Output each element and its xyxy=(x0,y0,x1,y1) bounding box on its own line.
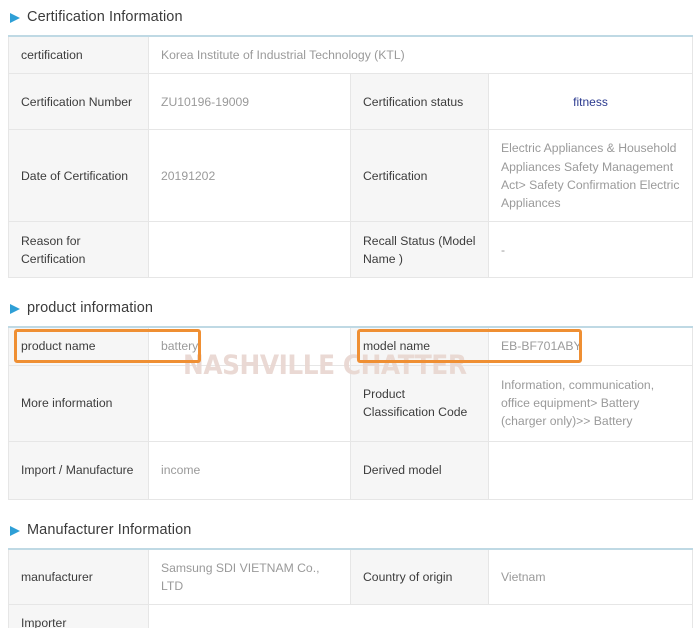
cell-value-certification-act: Electric Appliances & Household Applianc… xyxy=(489,130,693,222)
cell-value-certification-number: ZU10196-19009 xyxy=(149,74,351,130)
table-row: Importer xyxy=(9,605,693,628)
cell-value-certification-body: Korea Institute of Industrial Technology… xyxy=(149,36,693,74)
cell-value-country-of-origin: Vietnam xyxy=(489,549,693,605)
cell-label-derived-model: Derived model xyxy=(351,441,489,499)
cell-label-date-of-certification: Date of Certification xyxy=(9,130,149,222)
table-row: Date of Certification 20191202 Certifica… xyxy=(9,130,693,222)
cell-label-certification-status: Certification status xyxy=(351,74,489,130)
watermark-text: NASHVILLE CHATTER xyxy=(183,350,450,381)
spacer-before-product-section xyxy=(0,278,700,300)
cell-label-recall-status: Recall Status (Model Name ) xyxy=(351,222,489,278)
spacer-after-manufacturer-title xyxy=(0,538,700,548)
manufacturer-table-wrap: manufacturer Samsung SDI VIETNAM Co., LT… xyxy=(0,548,700,628)
table-row: certification Korea Institute of Industr… xyxy=(9,36,693,74)
cell-value-importer xyxy=(149,605,693,628)
table-row: Reason for Certification Recall Status (… xyxy=(9,222,693,278)
cell-label-reason-for-certification: Reason for Certification xyxy=(9,222,149,278)
cell-label-product-name: product name xyxy=(9,327,149,365)
certification-table-wrap: certification Korea Institute of Industr… xyxy=(0,35,700,278)
flag-icon xyxy=(10,304,20,314)
section-title-certification: Certification Information xyxy=(27,9,183,25)
cell-label-certification-number: Certification Number xyxy=(9,74,149,130)
certification-table: certification Korea Institute of Industr… xyxy=(8,35,693,278)
manufacturer-table: manufacturer Samsung SDI VIETNAM Co., LT… xyxy=(8,548,693,628)
section-header-product: product information xyxy=(0,300,700,316)
cell-label-more-information: More information xyxy=(9,365,149,441)
cell-value-product-classification-code: Information, communication, office equip… xyxy=(489,365,693,441)
cell-value-reason-for-certification xyxy=(149,222,351,278)
flag-icon xyxy=(10,526,20,536)
cell-value-model-name: EB-BF701ABY xyxy=(489,327,693,365)
section-title-manufacturer: Manufacturer Information xyxy=(27,522,191,538)
spacer-after-certification-title xyxy=(0,25,700,35)
cell-label-certification: certification xyxy=(9,36,149,74)
certification-detail-page: Certification Information certification … xyxy=(0,0,700,628)
table-row: Certification Number ZU10196-19009 Certi… xyxy=(9,74,693,130)
section-header-manufacturer: Manufacturer Information xyxy=(0,522,700,538)
top-spacer xyxy=(0,0,700,9)
flag-icon xyxy=(10,13,20,23)
cell-label-certification-act: Certification xyxy=(351,130,489,222)
section-title-product: product information xyxy=(27,300,153,316)
cell-label-import-manufacture: Import / Manufacture xyxy=(9,441,149,499)
cell-value-manufacturer: Samsung SDI VIETNAM Co., LTD xyxy=(149,549,351,605)
spacer-before-manufacturer-section xyxy=(0,500,700,522)
spacer-after-product-title xyxy=(0,316,700,326)
section-header-certification: Certification Information xyxy=(0,9,700,25)
cell-value-recall-status: - xyxy=(489,222,693,278)
table-row: manufacturer Samsung SDI VIETNAM Co., LT… xyxy=(9,549,693,605)
cell-value-derived-model xyxy=(489,441,693,499)
cell-label-manufacturer: manufacturer xyxy=(9,549,149,605)
status-badge: fitness xyxy=(489,74,693,130)
cell-label-country-of-origin: Country of origin xyxy=(351,549,489,605)
cell-label-importer: Importer xyxy=(9,605,149,628)
cell-value-date-of-certification: 20191202 xyxy=(149,130,351,222)
cell-value-import-manufacture: income xyxy=(149,441,351,499)
table-row: Import / Manufacture income Derived mode… xyxy=(9,441,693,499)
